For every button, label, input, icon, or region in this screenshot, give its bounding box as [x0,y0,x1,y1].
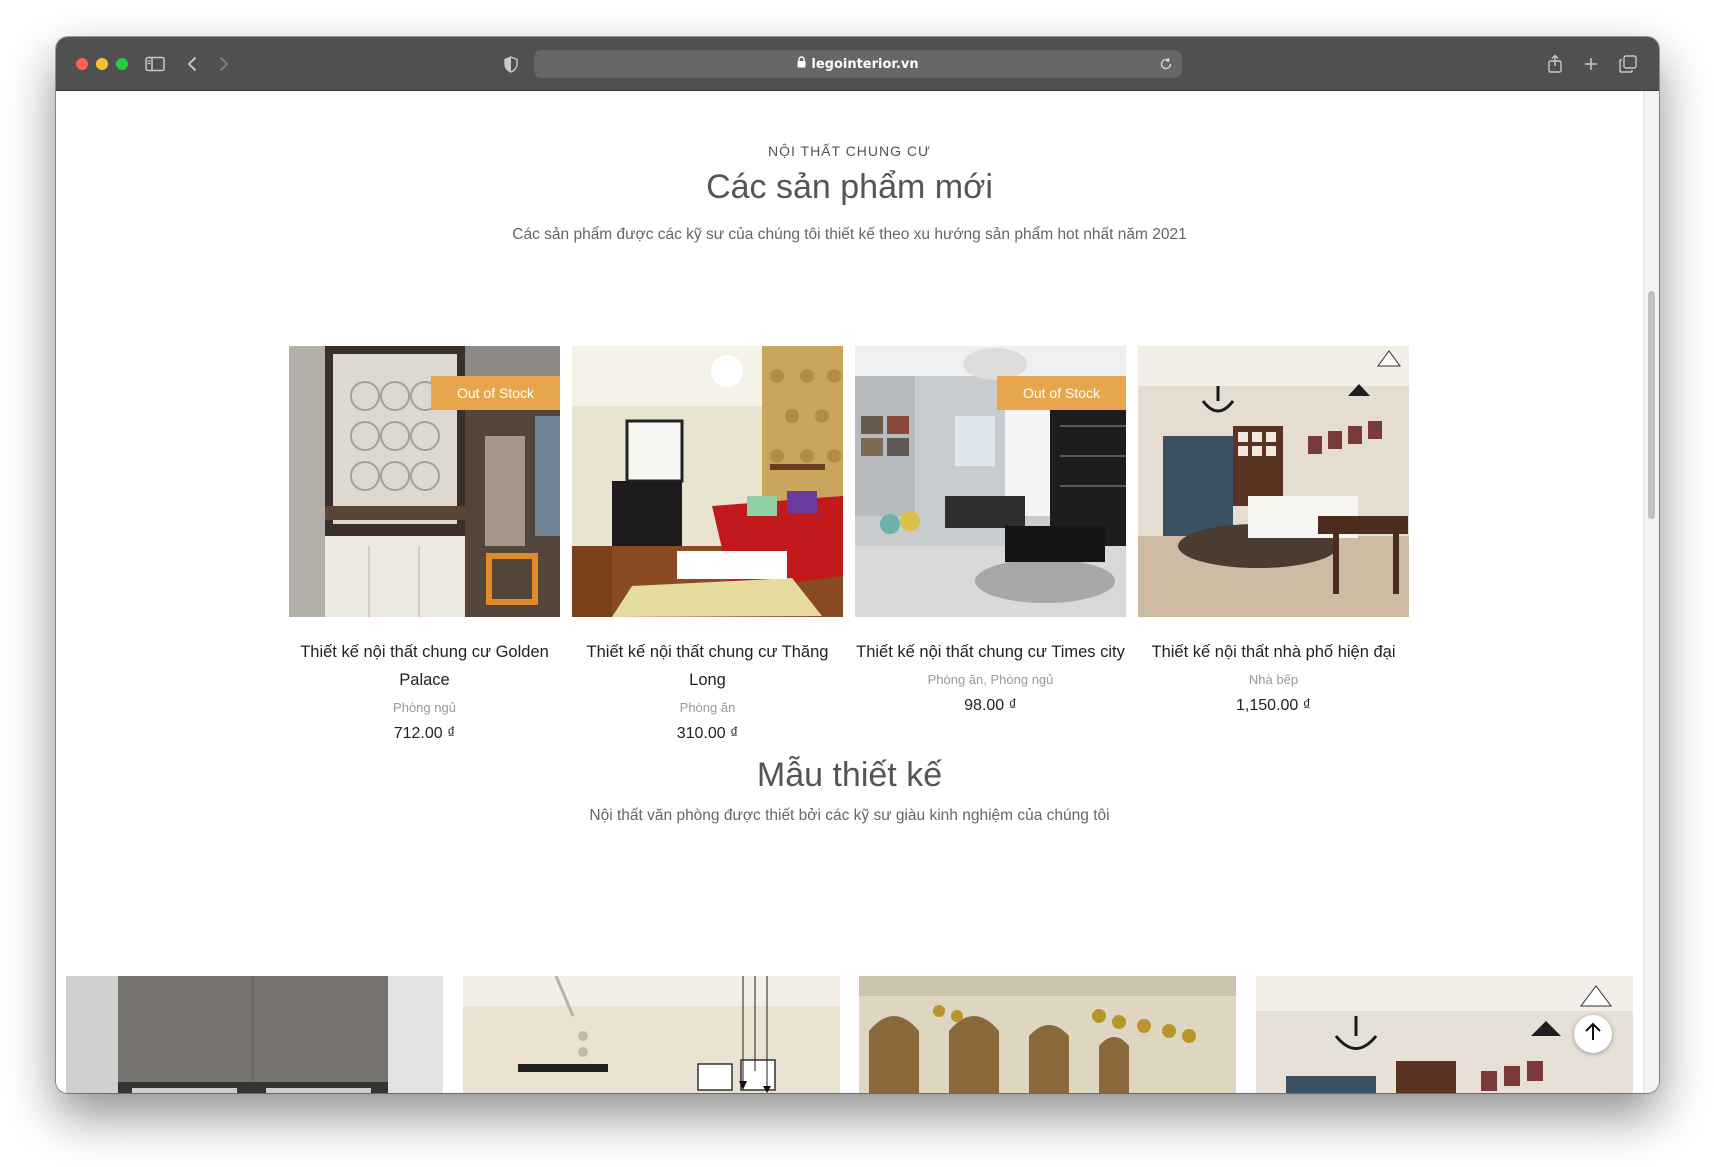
tabs-icon[interactable] [1618,52,1638,76]
product-price: 1,150.00 ₫ [1236,697,1311,714]
product-price: 310.00 ₫ [676,725,739,742]
share-icon[interactable] [1546,52,1564,76]
lock-icon [797,56,806,72]
back-icon[interactable] [184,52,200,76]
out-of-stock-badge: Out of Stock [997,376,1126,410]
product-image[interactable]: Out of Stock [289,346,560,617]
url-text: legointerior.vn [811,56,919,72]
designs-heading: Mẫu thiết kế [756,756,943,794]
shield-icon[interactable] [502,52,520,76]
browser-window: legointerior.vn NỘI THẤT CHUNG CƯ Các sả… [56,37,1659,1093]
product-category[interactable]: Phòng ngủ [289,700,560,715]
url-display[interactable]: legointerior.vn [534,50,1182,78]
browser-toolbar: legointerior.vn [56,37,1659,91]
forward-icon[interactable] [216,52,232,76]
section-subheading: Các sản phẩm được các kỹ sư của chúng tô… [512,226,1187,243]
page-scrollbar[interactable] [1643,91,1659,1093]
product-price: 712.00 ₫ [393,725,456,742]
zoom-window-button[interactable] [116,58,128,70]
design-card[interactable] [66,976,443,1093]
product-category[interactable]: Phòng ăn [572,700,843,715]
designs-subheading: Nội thất văn phòng được thiết bởi các kỹ… [589,807,1110,824]
new-tab-icon[interactable] [1582,52,1600,76]
section-heading: Các sản phẩm mới [706,168,993,206]
product-title[interactable]: Thiết kế nội thất chung cư Times city [855,638,1126,666]
product-image[interactable] [572,346,843,617]
product-title[interactable]: Thiết kế nội thất chung cư Golden Palace [289,638,560,694]
design-card[interactable] [463,976,840,1093]
page-content: NỘI THẤT CHUNG CƯ Các sản phẩm mới Các s… [56,91,1659,1093]
product-category[interactable]: Phòng ăn, Phòng ngủ [855,672,1126,687]
product-image[interactable] [1138,346,1409,617]
product-title[interactable]: Thiết kế nội thất chung cư Thăng Long [572,638,843,694]
product-image[interactable]: Out of Stock [855,346,1126,617]
design-card[interactable] [859,976,1236,1093]
product-category[interactable]: Nhà bếp [1138,672,1409,687]
out-of-stock-badge: Out of Stock [431,376,560,410]
scrollbar-thumb[interactable] [1648,291,1655,519]
back-to-top-button[interactable] [1574,1015,1612,1053]
address-bar[interactable]: legointerior.vn [534,50,1182,78]
minimize-window-button[interactable] [96,58,108,70]
section-eyebrow: NỘI THẤT CHUNG CƯ [767,143,931,159]
reload-icon[interactable] [1158,56,1174,72]
close-window-button[interactable] [76,58,88,70]
product-title[interactable]: Thiết kế nội thất nhà phố hiện đại [1138,638,1409,666]
sidebar-icon[interactable] [144,52,166,76]
product-price: 98.00 ₫ [964,697,1017,714]
arrow-up-icon [1584,1022,1602,1046]
